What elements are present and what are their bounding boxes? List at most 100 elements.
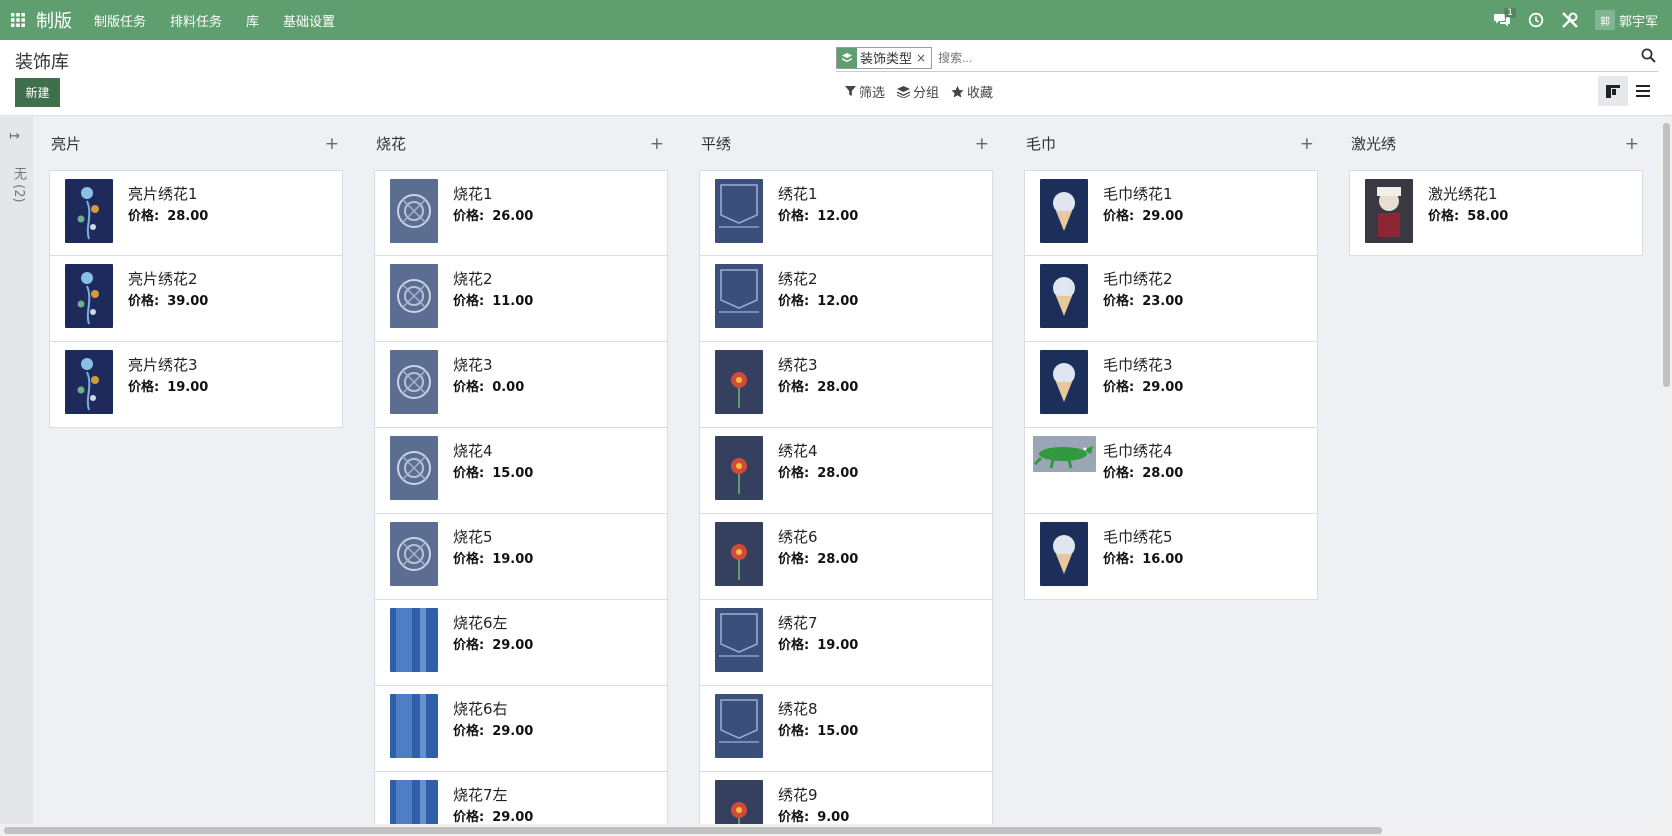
favorites-dropdown[interactable]: 收藏 <box>951 82 993 101</box>
card-title: 亮片绣花3 <box>128 356 198 374</box>
card-price: 价格: 28.00 <box>128 205 208 224</box>
vertical-scrollbar[interactable] <box>1660 117 1672 824</box>
kanban-card[interactable]: 烧花6右 价格: 29.00 <box>374 686 668 772</box>
kanban-card[interactable]: 毛巾绣花2 价格: 23.00 <box>1024 256 1318 342</box>
card-title: 毛巾绣花1 <box>1103 185 1173 203</box>
price-value: 15.00 <box>817 724 859 739</box>
list-view-icon[interactable] <box>1628 76 1658 106</box>
vertical-scroll-thumb[interactable] <box>1663 123 1670 387</box>
user-menu[interactable]: 郭 郭宇军 <box>1594 10 1658 30</box>
horizontal-scroll-thumb[interactable] <box>4 827 1382 834</box>
product-image <box>715 780 763 824</box>
kanban-card[interactable]: 烧花6左 价格: 29.00 <box>374 600 668 686</box>
folded-column[interactable]: ↦ 无 (2) <box>0 117 33 824</box>
kanban-card[interactable]: 烧花3 价格: 0.00 <box>374 342 668 428</box>
menu-item-settings[interactable]: 基础设置 <box>283 11 335 30</box>
column-quick-create-icon[interactable]: + <box>325 134 339 154</box>
app-name[interactable]: 制版 <box>36 7 72 33</box>
kanban-card[interactable]: 激光绣花1 价格: 58.00 <box>1349 170 1643 256</box>
card-title: 烧花6左 <box>453 614 508 632</box>
column-title[interactable]: 激光绣 <box>1351 133 1396 154</box>
card-title: 绣花6 <box>778 528 818 546</box>
kanban-card[interactable]: 绣花6 价格: 28.00 <box>699 514 993 600</box>
product-image <box>65 350 113 414</box>
filter-dropdown[interactable]: 筛选 <box>845 82 885 101</box>
column-quick-create-icon[interactable]: + <box>975 134 989 154</box>
kanban-view-icon[interactable] <box>1598 76 1628 106</box>
kanban-card[interactable]: 绣花1 价格: 12.00 <box>699 170 993 256</box>
groupby-label: 分组 <box>913 86 940 101</box>
kanban-card[interactable]: 毛巾绣花4 价格: 28.00 <box>1024 428 1318 514</box>
column-quick-create-icon[interactable]: + <box>650 134 664 154</box>
chat-badge: 1 <box>1504 8 1516 18</box>
product-image <box>65 179 113 243</box>
card-title: 毛巾绣花3 <box>1103 356 1173 374</box>
column-title[interactable]: 亮片 <box>51 133 81 154</box>
column-title[interactable]: 烧花 <box>376 133 406 154</box>
kanban-card[interactable]: 亮片绣花1 价格: 28.00 <box>49 170 343 256</box>
kanban-card[interactable]: 绣花9 价格: 9.00 <box>699 772 993 824</box>
kanban-card[interactable]: 亮片绣花3 价格: 19.00 <box>49 342 343 428</box>
kanban-column: 毛巾 + 毛巾绣花1 价格: 29.00 毛巾绣花2 价格: 23.00 毛巾绣花3 价格: 29.… <box>1024 117 1318 600</box>
kanban-card[interactable]: 烧花7左 价格: 29.00 <box>374 772 668 824</box>
column-title[interactable]: 毛巾 <box>1026 133 1056 154</box>
kanban-card[interactable]: 亮片绣花2 价格: 39.00 <box>49 256 343 342</box>
search-icon[interactable] <box>1641 48 1656 67</box>
kanban-card[interactable]: 烧花2 价格: 11.00 <box>374 256 668 342</box>
column-quick-create-icon[interactable]: + <box>1625 134 1639 154</box>
price-value: 9.00 <box>817 810 850 824</box>
product-image <box>1040 522 1088 586</box>
tools-icon[interactable] <box>1553 0 1587 40</box>
price-value: 15.00 <box>492 466 534 481</box>
groupby-dropdown[interactable]: 分组 <box>897 82 939 101</box>
card-price: 价格: 29.00 <box>1103 376 1183 395</box>
column-header: 烧花 + <box>374 117 668 170</box>
search-input[interactable] <box>938 50 1539 65</box>
chat-icon[interactable]: 1 <box>1485 0 1519 40</box>
new-button[interactable]: 新建 <box>15 78 60 107</box>
facet-remove-icon[interactable]: × <box>916 51 931 65</box>
product-image <box>390 608 438 672</box>
price-label: 价格: <box>1103 552 1135 567</box>
kanban-card[interactable]: 绣花2 价格: 12.00 <box>699 256 993 342</box>
horizontal-scrollbar[interactable] <box>0 824 1672 836</box>
menu-item-pattern-tasks[interactable]: 制版任务 <box>94 11 146 30</box>
menu-item-marker-tasks[interactable]: 排料任务 <box>170 11 222 30</box>
price-label: 价格: <box>453 466 485 481</box>
card-price: 价格: 28.00 <box>778 548 858 567</box>
activity-clock-icon[interactable] <box>1519 0 1553 40</box>
price-label: 价格: <box>453 380 485 395</box>
price-label: 价格: <box>1103 466 1135 481</box>
card-price: 价格: 9.00 <box>778 806 849 824</box>
menu-item-library[interactable]: 库 <box>246 11 259 30</box>
price-value: 28.00 <box>1142 466 1184 481</box>
kanban-card[interactable]: 绣花4 价格: 28.00 <box>699 428 993 514</box>
search-options: 筛选 分组 收藏 <box>845 82 1005 101</box>
kanban-card[interactable]: 烧花5 价格: 19.00 <box>374 514 668 600</box>
kanban-card[interactable]: 绣花8 价格: 15.00 <box>699 686 993 772</box>
kanban-card[interactable]: 绣花3 价格: 28.00 <box>699 342 993 428</box>
product-image <box>65 264 113 328</box>
price-value: 29.00 <box>492 724 534 739</box>
price-label: 价格: <box>128 209 160 224</box>
column-quick-create-icon[interactable]: + <box>1300 134 1314 154</box>
card-title: 毛巾绣花5 <box>1103 528 1173 546</box>
unfold-icon[interactable]: ↦ <box>9 129 20 144</box>
filter-label: 筛选 <box>859 86 886 101</box>
kanban-card[interactable]: 绣花7 价格: 19.00 <box>699 600 993 686</box>
price-value: 39.00 <box>167 294 209 309</box>
kanban-card[interactable]: 毛巾绣花3 价格: 29.00 <box>1024 342 1318 428</box>
kanban-card[interactable]: 烧花4 价格: 15.00 <box>374 428 668 514</box>
apps-menu-icon[interactable] <box>0 0 36 40</box>
price-label: 价格: <box>778 724 810 739</box>
price-label: 价格: <box>128 380 160 395</box>
product-image <box>715 436 763 500</box>
price-label: 价格: <box>453 810 485 824</box>
kanban-card[interactable]: 毛巾绣花1 价格: 29.00 <box>1024 170 1318 256</box>
card-price: 价格: 29.00 <box>453 720 533 739</box>
kanban-card[interactable]: 毛巾绣花5 价格: 16.00 <box>1024 514 1318 600</box>
kanban-card[interactable]: 烧花1 价格: 26.00 <box>374 170 668 256</box>
column-title[interactable]: 平绣 <box>701 133 731 154</box>
card-title: 毛巾绣花2 <box>1103 270 1173 288</box>
price-value: 28.00 <box>817 380 859 395</box>
